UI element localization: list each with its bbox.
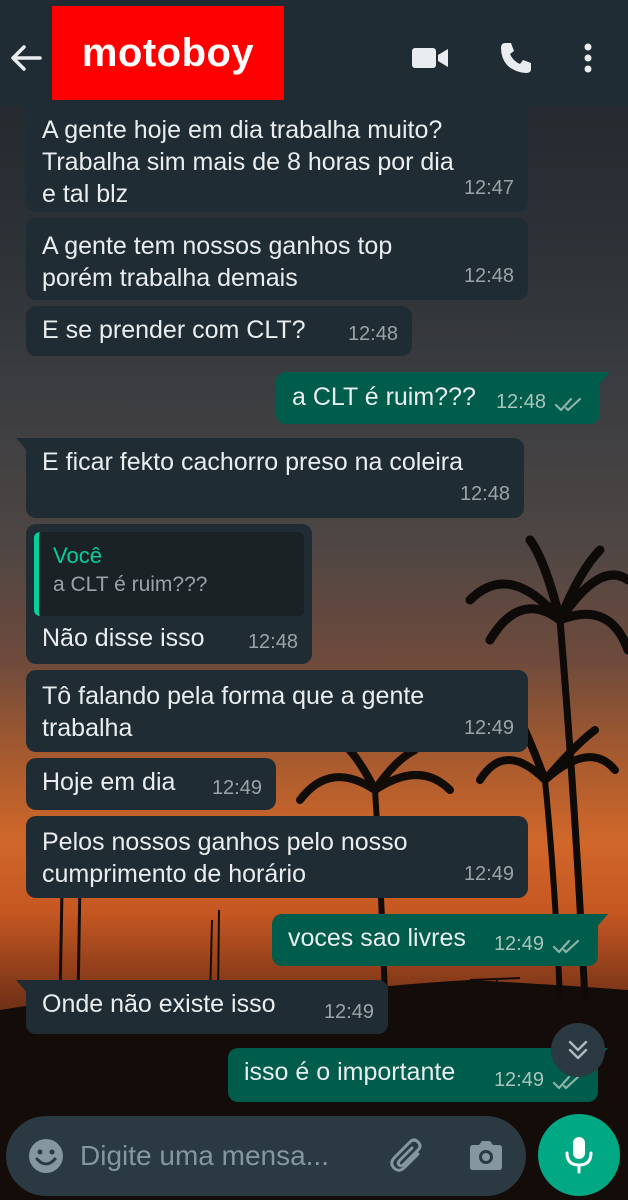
more-vertical-icon — [584, 43, 592, 73]
bubble-tail — [596, 914, 608, 928]
incoming-message[interactable]: Tô falando pela forma que a gente trabal… — [26, 670, 528, 752]
message-time: 12:49 — [493, 1069, 544, 1091]
microphone-icon — [565, 1137, 593, 1174]
message-time: 12:48 — [495, 391, 546, 413]
emoji-icon — [29, 1139, 63, 1173]
menu-button[interactable] — [568, 38, 608, 78]
chat-header: motoboy — [0, 0, 628, 106]
incoming-message[interactable]: Onde não existe isso 12:49 — [16, 980, 388, 1034]
message-text-line: porém trabalha demais — [42, 264, 298, 292]
message-time: 12:49 — [323, 1001, 374, 1023]
phone-icon — [501, 43, 531, 73]
back-button[interactable] — [6, 38, 46, 78]
paperclip-icon — [390, 1138, 422, 1172]
message-text-line: Trabalha sim mais de 8 horas por dia — [42, 148, 454, 176]
double-chevron-down-icon — [568, 1040, 588, 1060]
quoted-author: Você — [53, 543, 102, 568]
message-time: 12:48 — [247, 631, 298, 653]
message-text-line: Tô falando pela forma que a gente — [42, 682, 425, 710]
camera-icon — [470, 1141, 502, 1170]
incoming-reply-message[interactable]: Você a CLT é ruim??? Não disse isso 12:4… — [26, 524, 312, 664]
emoji-button[interactable] — [26, 1136, 66, 1176]
outgoing-message[interactable]: isso é o importante 12:49 — [228, 1048, 608, 1102]
message-time: 12:49 — [211, 777, 262, 799]
incoming-message[interactable]: E se prender com CLT? 12:48 — [26, 306, 412, 356]
message-text-line: cumprimento de horário — [42, 860, 307, 888]
attach-button[interactable] — [388, 1136, 428, 1176]
message-text-line: e tal blz — [42, 180, 129, 208]
arrow-left-icon — [11, 45, 42, 71]
bubble-tail — [16, 980, 28, 994]
bubble-tail — [16, 438, 28, 452]
message-time: 12:49 — [493, 933, 544, 955]
incoming-message[interactable]: Pelos nossos ganhos pelo nosso cumprimen… — [26, 816, 528, 898]
message-text-line: Não disse isso — [42, 624, 205, 652]
double-check-icon — [552, 939, 580, 954]
video-call-button[interactable] — [410, 38, 450, 78]
message-text-line: A gente hoje em dia trabalha muito? — [42, 116, 443, 144]
incoming-message[interactable]: E ficar fekto cachorro preso na coleira … — [16, 438, 524, 518]
message-time: 12:48 — [463, 265, 514, 287]
video-camera-icon — [412, 48, 448, 68]
outgoing-message[interactable]: a CLT é ruim??? 12:48 — [276, 372, 610, 424]
contact-name: motoboy — [81, 30, 255, 75]
quoted-text: a CLT é ruim??? — [53, 573, 208, 596]
message-input[interactable] — [80, 1134, 370, 1178]
message-text-line: A gente tem nossos ganhos top — [42, 232, 393, 260]
message-time: 12:47 — [463, 177, 514, 199]
camera-button[interactable] — [466, 1136, 506, 1176]
incoming-message[interactable]: A gente tem nossos ganhos top porém trab… — [26, 218, 528, 300]
voice-message-button[interactable] — [538, 1114, 620, 1196]
double-check-icon — [554, 397, 582, 412]
message-list[interactable]: A gente hoje em dia trabalha muito? Trab… — [0, 106, 628, 1110]
incoming-message[interactable]: A gente hoje em dia trabalha muito? Trab… — [26, 106, 528, 212]
quoted-message[interactable]: Você a CLT é ruim??? — [34, 532, 304, 616]
message-time: 12:48 — [347, 323, 398, 345]
message-time: 12:49 — [463, 717, 514, 739]
message-text-line: Pelos nossos ganhos pelo nosso — [42, 828, 408, 856]
contact-name-banner[interactable]: motoboy — [52, 6, 284, 100]
scroll-to-bottom-button[interactable] — [551, 1023, 605, 1077]
message-text-line: E se prender com CLT? — [42, 316, 306, 344]
outgoing-message[interactable]: voces sao livres 12:49 — [272, 914, 608, 966]
bubble-tail — [598, 372, 610, 386]
message-time: 12:49 — [463, 863, 514, 885]
message-time: 12:48 — [459, 483, 510, 505]
voice-call-button[interactable] — [496, 38, 536, 78]
message-text-line: Onde não existe isso — [42, 990, 276, 1018]
message-text-line: trabalha — [42, 714, 133, 742]
message-composer — [6, 1116, 526, 1196]
message-text-line: E ficar fekto cachorro preso na coleira — [42, 448, 464, 476]
incoming-message[interactable]: Hoje em dia 12:49 — [26, 758, 276, 810]
